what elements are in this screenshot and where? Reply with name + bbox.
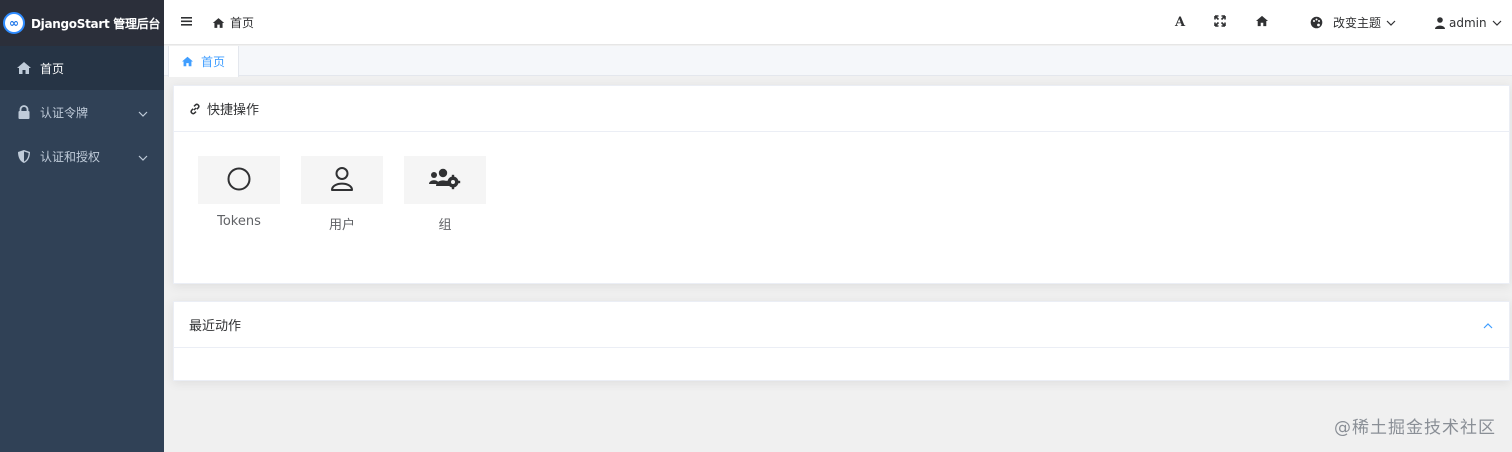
shield-icon: [16, 148, 32, 164]
lock-icon: [16, 104, 32, 120]
shortcut-label: 用户: [328, 218, 355, 233]
shortcut-label: Tokens: [217, 214, 261, 229]
sidebar: ∞ DjangoStart 管理后台 首页 认证令牌 认证和授权: [0, 0, 164, 452]
chevron-up-icon[interactable]: [1483, 318, 1493, 333]
logo-bar[interactable]: ∞ DjangoStart 管理后台: [0, 0, 164, 46]
sidebar-item-auth-tokens[interactable]: 认证令牌: [0, 90, 164, 134]
logo-icon: ∞: [3, 12, 25, 34]
sidebar-item-label: 认证和授权: [40, 149, 101, 164]
card-title: 最近动作: [189, 319, 242, 334]
breadcrumb[interactable]: 首页: [212, 14, 254, 31]
home-icon: [212, 17, 225, 29]
fullscreen-icon: [1214, 15, 1226, 30]
users-cog-icon: [429, 168, 461, 193]
home-icon: [1255, 15, 1269, 30]
hamburger-icon[interactable]: [180, 15, 193, 30]
font-size-icon: A: [1175, 15, 1186, 30]
quick-actions-card: 快捷操作 Tokens 用户 组: [173, 85, 1510, 284]
theme-label: 改变主题: [1333, 16, 1382, 30]
home-icon: [16, 60, 32, 76]
watermark: @稀土掘金技术社区: [1334, 418, 1496, 438]
shortcut-icon-box: [404, 156, 486, 204]
card-title: 快捷操作: [207, 103, 260, 118]
user-icon: [330, 166, 354, 195]
sidebar-item-auth-permissions[interactable]: 认证和授权: [0, 134, 164, 178]
chevron-down-icon: [138, 150, 148, 164]
sidebar-item-label: 首页: [40, 61, 65, 76]
palette-icon: [1310, 16, 1323, 29]
shortcut-icon-box: [198, 156, 280, 204]
chevron-down-icon: [1386, 20, 1396, 26]
tags-view: 首页: [164, 46, 1512, 77]
chevron-down-icon: [1492, 20, 1502, 26]
user-label: admin: [1449, 15, 1487, 30]
shortcut-label: 组: [438, 218, 452, 233]
top-navbar: 首页 A 改变主题 admin: [164, 0, 1512, 45]
user-icon: [1435, 16, 1445, 29]
user-dropdown[interactable]: admin: [1435, 0, 1502, 45]
font-size-button[interactable]: A: [1175, 0, 1185, 45]
breadcrumb-label: 首页: [230, 16, 255, 30]
shortcut-groups[interactable]: 组: [404, 156, 486, 233]
home-button[interactable]: [1255, 0, 1269, 45]
fullscreen-button[interactable]: [1214, 0, 1226, 45]
home-icon: [181, 56, 194, 67]
chevron-down-icon: [138, 106, 148, 120]
tag-label: 首页: [201, 55, 226, 69]
card-header: 快捷操作: [174, 86, 1509, 132]
recent-actions-card: 最近动作: [173, 301, 1510, 381]
theme-dropdown[interactable]: 改变主题: [1310, 0, 1396, 45]
shortcut-icon-box: [301, 156, 383, 204]
app-title: DjangoStart 管理后台: [31, 16, 161, 31]
tag-home[interactable]: 首页: [168, 46, 239, 77]
link-icon: [189, 103, 201, 115]
shortcut-tokens[interactable]: Tokens: [198, 156, 280, 229]
sidebar-item-label: 认证令牌: [40, 105, 89, 120]
circle-icon: [226, 166, 252, 195]
card-header: 最近动作: [174, 302, 1509, 348]
shortcut-users[interactable]: 用户: [301, 156, 383, 233]
sidebar-item-home[interactable]: 首页: [0, 46, 164, 90]
